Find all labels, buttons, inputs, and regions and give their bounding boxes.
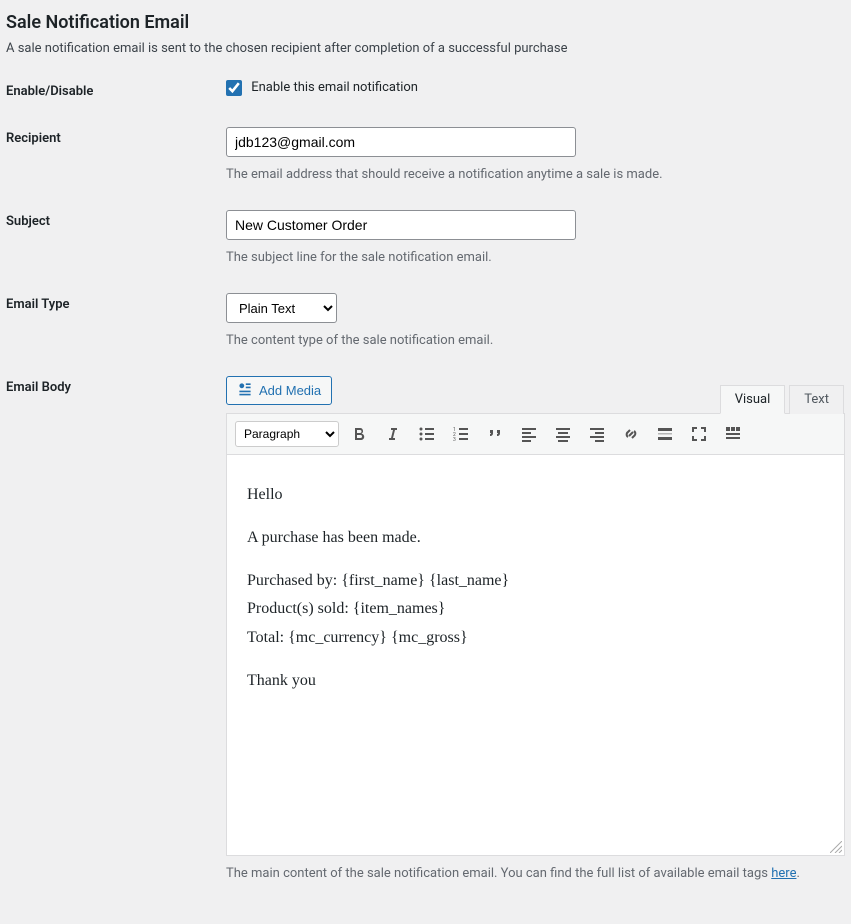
editor: Paragraph 123 [226, 413, 845, 856]
align-left-button[interactable] [515, 420, 543, 448]
tags-link[interactable]: here [771, 866, 796, 881]
body-p3: Purchased by: {first_name} {last_name} P… [247, 567, 824, 653]
editor-toolbar: Paragraph 123 [227, 414, 844, 455]
recipient-help: The email address that should receive a … [226, 167, 845, 182]
label-recipient: Recipient [6, 127, 226, 146]
fullscreen-button[interactable] [685, 420, 713, 448]
body-p4: Thank you [247, 667, 824, 696]
add-media-button[interactable]: Add Media [226, 376, 332, 405]
resize-handle-icon[interactable] [830, 841, 842, 853]
bullet-list-button[interactable] [413, 420, 441, 448]
svg-text:3: 3 [453, 437, 456, 443]
page-title: Sale Notification Email [6, 12, 845, 33]
recipient-input[interactable] [226, 127, 576, 157]
enable-checkbox[interactable] [226, 80, 242, 96]
bold-button[interactable] [345, 420, 373, 448]
tab-visual[interactable]: Visual [720, 385, 786, 414]
row-subject: Subject The subject line for the sale no… [6, 210, 845, 265]
toolbar-toggle-button[interactable] [719, 420, 747, 448]
enable-checkbox-label: Enable this email notification [251, 80, 418, 95]
row-enable: Enable/Disable Enable this email notific… [6, 80, 845, 99]
italic-button[interactable] [379, 420, 407, 448]
media-icon [237, 381, 253, 400]
page-description: A sale notification email is sent to the… [6, 41, 845, 56]
editor-textarea[interactable]: Hello A purchase has been made. Purchase… [227, 455, 844, 855]
row-recipient: Recipient The email address that should … [6, 127, 845, 182]
align-center-button[interactable] [549, 420, 577, 448]
editor-tabs: Visual Text [720, 385, 845, 414]
label-email-body: Email Body [6, 376, 226, 395]
email-type-select[interactable]: Plain Text [226, 293, 337, 323]
enable-checkbox-wrap[interactable]: Enable this email notification [226, 80, 418, 95]
blockquote-button[interactable] [481, 420, 509, 448]
body-p2: A purchase has been made. [247, 524, 824, 553]
format-select[interactable]: Paragraph [235, 421, 339, 447]
subject-input[interactable] [226, 210, 576, 240]
row-email-type: Email Type Plain Text The content type o… [6, 293, 845, 348]
label-subject: Subject [6, 210, 226, 229]
number-list-button[interactable]: 123 [447, 420, 475, 448]
subject-help: The subject line for the sale notificati… [226, 250, 845, 265]
align-right-button[interactable] [583, 420, 611, 448]
add-media-label: Add Media [259, 383, 321, 398]
body-p1: Hello [247, 481, 824, 510]
link-button[interactable] [617, 420, 645, 448]
email-body-help: The main content of the sale notificatio… [226, 866, 845, 881]
tab-text[interactable]: Text [789, 385, 844, 414]
label-enable: Enable/Disable [6, 80, 226, 99]
row-email-body: Email Body Add Media Visual Text Paragra… [6, 376, 845, 881]
readmore-button[interactable] [651, 420, 679, 448]
email-type-help: The content type of the sale notificatio… [226, 333, 845, 348]
label-email-type: Email Type [6, 293, 226, 312]
